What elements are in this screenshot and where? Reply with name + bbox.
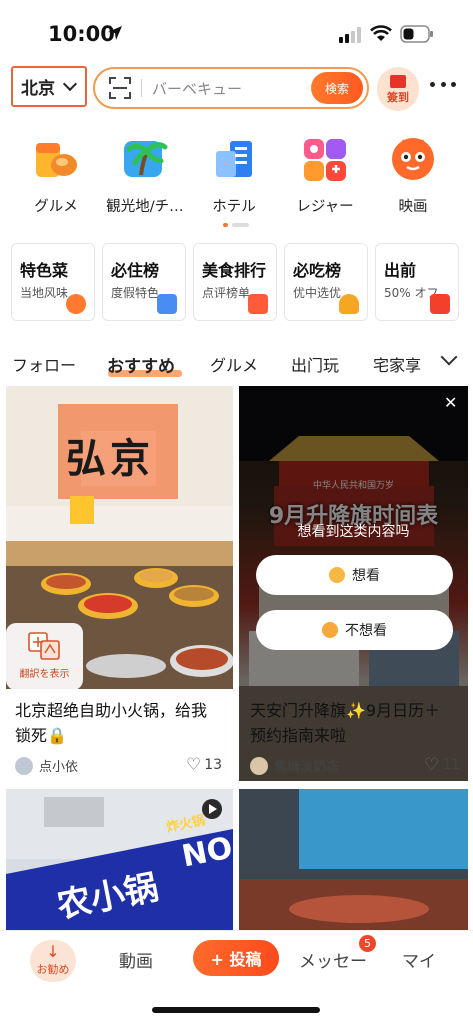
feature-title: 美食排行 <box>202 261 267 280</box>
signin-button[interactable]: 簽到 <box>377 67 419 111</box>
location-arrow-icon <box>108 26 122 40</box>
movie-cat-icon <box>389 135 437 183</box>
message-badge: 5 <box>359 935 376 952</box>
feature-title: 必住榜 <box>111 261 160 280</box>
home-indicator <box>152 1007 320 1013</box>
sad-emoji-icon <box>322 622 338 638</box>
category-label: レジャー <box>296 199 354 215</box>
not-want-label: 不想看 <box>345 623 387 639</box>
category-sightseeing[interactable]: 観光地/チ… <box>100 135 190 216</box>
translate-label: 翻訳を表示 <box>19 669 70 680</box>
avatar <box>250 756 268 775</box>
feature-card-delivery[interactable]: 出前 50% オフ <box>375 243 459 321</box>
food-icon <box>32 135 80 183</box>
category-hotel[interactable]: ホテル <box>189 135 279 216</box>
card1-likes[interactable]: ♡ 13 <box>186 755 222 775</box>
feature-title: 出前 <box>384 261 417 280</box>
card2-author[interactable]: 焦糖淡奶冻 <box>250 756 339 775</box>
building-icon <box>157 294 177 314</box>
translate-icon <box>27 631 63 661</box>
feature-card-local[interactable]: 特色菜 当地风味 <box>11 243 95 321</box>
down-arrow-icon: ↓ <box>46 942 60 961</box>
search-input[interactable]: バーベキュー <box>152 78 311 99</box>
tab-recommend[interactable]: おすすめ <box>107 352 175 377</box>
card2-likes[interactable]: ♡ 11 <box>424 755 460 775</box>
tab-outing[interactable]: 出门玩 <box>291 352 339 376</box>
coupon-icon <box>430 294 450 314</box>
close-icon[interactable]: ✕ <box>444 393 457 412</box>
category-label: 映画 <box>398 199 428 215</box>
want-label: 想看 <box>352 568 380 584</box>
search-divider <box>141 79 142 97</box>
category-label: 観光地/チ… <box>106 199 184 215</box>
card2-title[interactable]: 天安门升降旗✨9月日历＋ 预约指南来啦 <box>250 698 465 748</box>
tab-follow[interactable]: フォロー <box>12 352 76 376</box>
status-bar: 10:00 <box>0 0 473 60</box>
card3-image[interactable]: 农小锅 NO 炸火锅 <box>6 789 233 930</box>
chicken-icon <box>66 294 86 314</box>
category-leisure[interactable]: レジャー <box>280 135 370 216</box>
more-icon[interactable] <box>430 82 456 90</box>
author-name: 焦糖淡奶冻 <box>274 760 340 775</box>
nav-home-label: お勧め <box>36 963 70 976</box>
nav-home[interactable]: ↓ お勧め <box>30 940 76 982</box>
battery-icon <box>400 25 433 43</box>
nav-video[interactable]: 動画 <box>119 947 153 972</box>
city-label: 北京 <box>21 79 55 99</box>
search-button[interactable]: 検索 <box>311 72 363 104</box>
want-button[interactable]: 想看 <box>256 555 453 595</box>
nav-mine[interactable]: マイ <box>402 947 436 972</box>
like-count: 13 <box>204 757 223 773</box>
card4-image[interactable] <box>239 789 468 930</box>
tab-gourmet[interactable]: グルメ <box>210 352 258 376</box>
category-movie[interactable]: 映画 <box>368 135 458 216</box>
cutlery-icon <box>339 294 359 314</box>
leisure-icon <box>301 135 349 183</box>
card1-title-line1: 北京超绝自助小火锅，给我 <box>15 701 208 720</box>
signal-icon <box>339 27 361 43</box>
category-food[interactable]: グルメ <box>11 135 101 216</box>
heart-eyes-emoji-icon <box>329 567 345 583</box>
chevron-down-icon[interactable] <box>440 348 458 366</box>
tab-home[interactable]: 宅家享 <box>373 352 421 376</box>
card2-title-line2: 预约指南来啦 <box>250 726 347 745</box>
feature-card-stay[interactable]: 必住榜 度假特色 <box>102 243 186 321</box>
status-time: 10:00 <box>48 22 115 46</box>
card1-author[interactable]: 点小依 <box>15 756 78 775</box>
heart-icon: ♡ <box>186 755 202 775</box>
search-bar[interactable]: バーベキュー 検索 <box>93 67 369 109</box>
city-selector[interactable]: 北京 <box>11 66 87 107</box>
category-label: グルメ <box>34 199 78 215</box>
translate-button[interactable]: 翻訳を表示 <box>6 623 83 690</box>
card1-title[interactable]: 北京超绝自助小火锅，给我 锁死🔒 <box>15 698 229 748</box>
chevron-down-icon <box>62 76 78 92</box>
card1-title-line2: 锁死🔒 <box>15 726 67 745</box>
heart-icon: ♡ <box>424 755 440 775</box>
scan-icon[interactable] <box>109 77 131 99</box>
red-envelope-icon <box>390 75 406 88</box>
rank-up-icon <box>248 294 268 314</box>
feature-card-ranking[interactable]: 美食排行 点评榜单 <box>193 243 277 321</box>
signin-label: 簽到 <box>387 91 409 104</box>
restaurant-sign-text: 弘京 <box>66 436 154 482</box>
palm-tree-icon <box>121 135 169 183</box>
nav-message[interactable]: メッセー <box>299 947 367 972</box>
card2-title-line1: 天安门升降旗✨9月日历＋ <box>250 701 441 720</box>
not-want-button[interactable]: 不想看 <box>256 610 453 650</box>
category-label: ホテル <box>212 199 256 215</box>
author-name: 点小依 <box>39 760 79 775</box>
like-count: 11 <box>442 757 461 773</box>
hotel-icon <box>210 135 258 183</box>
feedback-prompt: 想看到这类内容吗 <box>297 524 410 540</box>
avatar <box>15 756 33 775</box>
page-indicator <box>223 223 251 227</box>
feature-card-must-eat[interactable]: 必吃榜 优中选优 <box>284 243 368 321</box>
post-button[interactable]: + 投稿 <box>193 940 279 976</box>
feature-title: 特色菜 <box>20 261 69 280</box>
wifi-icon <box>370 25 392 41</box>
feature-title: 必吃榜 <box>293 261 342 280</box>
